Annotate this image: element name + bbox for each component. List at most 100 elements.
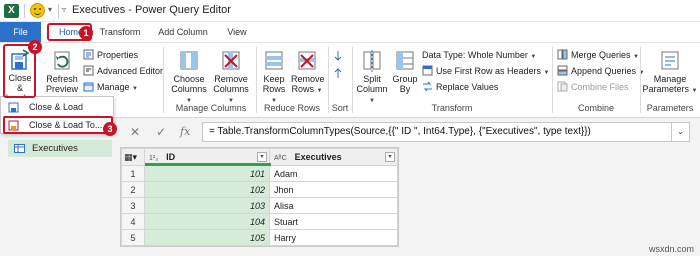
combine-files-button[interactable]: Combine Files <box>557 80 629 94</box>
group-separator <box>352 47 353 113</box>
cell-executive[interactable]: Adam <box>269 165 398 182</box>
data-grid: ▦▾ 1²₃ ID ▾ AᴮC Executives ▾ 1 101 Adam 2 … <box>120 147 399 247</box>
close-load-to-menu-icon <box>8 120 19 131</box>
choose-columns-button[interactable]: Choose Columns ▼ <box>170 49 208 106</box>
cell-executive[interactable]: Stuart <box>269 213 398 230</box>
group-label-parameters: Parameters <box>646 103 694 113</box>
group-by-button[interactable]: Group By <box>391 49 419 94</box>
step-badge-3: 3 <box>103 122 117 136</box>
window-title: Executives - Power Query Editor <box>72 4 231 16</box>
group-by-label-2: By <box>399 84 411 94</box>
cell-executive[interactable]: Alisa <box>269 197 398 214</box>
cancel-formula-icon[interactable]: ✕ <box>130 125 140 139</box>
choose-columns-label-1: Choose <box>173 74 205 84</box>
group-label-reduce-rows: Reduce Rows <box>263 103 321 113</box>
column-quality-bar <box>145 163 271 166</box>
remove-rows-label-1: Remove <box>291 74 325 84</box>
row-number: 3 <box>121 197 145 214</box>
step-badge-2: 2 <box>28 40 42 54</box>
ribbon-tabs: File Home Transform Add Column View <box>0 22 700 42</box>
remove-rows-label-2: Rows ▼ <box>291 84 323 94</box>
tab-add-column[interactable]: Add Column <box>149 22 217 42</box>
remove-rows-icon <box>298 51 316 70</box>
column-filter-dropdown-icon[interactable]: ▾ <box>257 152 267 162</box>
cell-id[interactable]: 102 <box>144 181 270 198</box>
group-separator <box>552 47 553 113</box>
combine-files-icon <box>557 81 568 92</box>
remove-columns-label-1: Remove <box>214 74 248 84</box>
cell-executive[interactable]: Jhon <box>269 181 398 198</box>
table-grid-icon: ▦▾ <box>124 151 138 162</box>
close-load-icon <box>11 49 30 70</box>
sort-ascending-button[interactable] <box>333 49 347 63</box>
table-row[interactable]: 1 101 Adam <box>121 165 398 182</box>
step-badge-1: 1 <box>79 26 93 40</box>
keep-rows-button[interactable]: Keep Rows ▼ <box>259 49 289 106</box>
expand-formula-chevron-icon[interactable]: ⌄ <box>672 122 690 142</box>
table-row[interactable]: 4 104 Stuart <box>121 213 398 230</box>
use-first-row-icon <box>422 65 433 76</box>
cell-id[interactable]: 104 <box>144 213 270 230</box>
manage-parameters-label-1: Manage <box>653 74 687 84</box>
manage-parameters-button[interactable]: Manage Parameters ▼ <box>642 49 698 96</box>
tab-view[interactable]: View <box>220 22 254 42</box>
manage-parameters-label-2: Parameters ▼ <box>642 84 698 94</box>
whole-number-type-icon[interactable]: 1²₃ <box>149 155 158 162</box>
table-row[interactable]: 2 102 Jhon <box>121 181 398 198</box>
remove-rows-button[interactable]: Remove Rows ▼ <box>291 49 325 96</box>
text-type-icon[interactable]: AᴮC <box>274 155 287 162</box>
smiley-feedback-icon[interactable] <box>30 3 45 18</box>
use-first-row-headers-button[interactable]: Use First Row as Headers ▼ <box>422 64 550 78</box>
cell-id[interactable]: 103 <box>144 197 270 214</box>
group-label-sort: Sort <box>331 103 349 113</box>
group-separator <box>256 47 257 113</box>
append-queries-icon <box>557 65 568 76</box>
sort-descending-icon <box>334 68 342 78</box>
menu-item-close-load[interactable]: Close & Load <box>3 99 111 115</box>
group-by-icon <box>396 51 414 70</box>
replace-values-icon <box>423 81 432 92</box>
formula-input[interactable]: = Table.TransformColumnTypes(Source,{{" … <box>202 122 672 142</box>
sort-ascending-icon <box>334 51 342 61</box>
replace-values-button[interactable]: Replace Values <box>422 80 498 94</box>
close-load-menu-icon <box>8 102 19 113</box>
table-row[interactable]: 5 105 Harry <box>121 229 398 246</box>
tab-file[interactable]: File <box>0 22 41 42</box>
append-queries-button[interactable]: Append Queries ▼ <box>557 64 645 78</box>
split-column-label-1: Split <box>363 74 381 84</box>
column-header-executives[interactable]: AᴮC Executives ▾ <box>269 148 398 166</box>
keep-rows-label-1: Keep <box>263 74 285 84</box>
properties-button[interactable]: Properties <box>83 48 138 62</box>
chevron-down-icon[interactable]: ▾ <box>48 5 52 14</box>
manage-button[interactable]: Manage ▼ <box>83 80 138 94</box>
refresh-icon <box>54 51 70 70</box>
group-label-transform: Transform <box>431 103 473 113</box>
remove-columns-button[interactable]: Remove Columns ▼ <box>211 49 251 106</box>
refresh-label-1: Refresh <box>46 74 78 84</box>
cell-id[interactable]: 105 <box>144 229 270 246</box>
close-load-menu: Close & Load Close & Load To... <box>0 96 114 134</box>
merge-queries-button[interactable]: Merge Queries ▼ <box>557 48 639 62</box>
advanced-editor-button[interactable]: Advanced Editor <box>83 64 163 78</box>
fx-icon[interactable]: fx <box>180 125 190 138</box>
split-column-icon <box>363 50 381 72</box>
menu-item-close-load-to[interactable]: Close & Load To... <box>3 117 111 133</box>
sort-descending-button[interactable] <box>333 67 347 81</box>
cell-executive[interactable]: Harry <box>269 229 398 246</box>
column-filter-dropdown-icon[interactable]: ▾ <box>385 152 395 162</box>
quick-access-dropdown-icon[interactable]: ▿ <box>62 5 66 14</box>
title-bar: X ▾ ▿ Executives - Power Query Editor <box>0 0 700 22</box>
tab-transform[interactable]: Transform <box>96 22 144 42</box>
confirm-formula-icon[interactable]: ✓ <box>156 125 166 139</box>
split-column-button[interactable]: Split Column ▼ <box>356 49 388 106</box>
excel-logo-icon: X <box>4 4 19 18</box>
manage-parameters-icon <box>661 51 679 70</box>
data-type-dropdown[interactable]: Data Type: Whole Number ▼ <box>422 48 536 62</box>
table-options-button[interactable]: ▦▾ <box>121 148 145 166</box>
advanced-editor-icon <box>83 65 94 76</box>
row-number: 1 <box>121 165 145 182</box>
cell-id[interactable]: 101 <box>144 165 270 182</box>
remove-columns-icon <box>222 51 240 70</box>
query-item-executives[interactable]: Executives <box>8 140 112 157</box>
table-row[interactable]: 3 103 Alisa <box>121 197 398 214</box>
